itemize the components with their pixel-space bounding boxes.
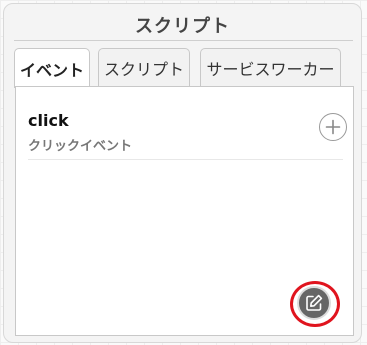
add-event-button[interactable] bbox=[319, 113, 347, 141]
tab-service-worker[interactable]: サービスワーカー bbox=[200, 48, 341, 86]
edit-pencil-icon bbox=[306, 294, 323, 311]
tab-events[interactable]: イベント bbox=[14, 48, 90, 88]
title-divider bbox=[14, 40, 353, 41]
panel-title: スクリプト bbox=[135, 16, 230, 37]
tab-events-label: イベント bbox=[19, 60, 84, 80]
tab-service-worker-label: サービスワーカー bbox=[206, 59, 335, 79]
event-description: クリックイベント bbox=[28, 139, 133, 154]
event-name: click bbox=[28, 111, 69, 130]
tab-scripts[interactable]: スクリプト bbox=[98, 48, 190, 86]
plus-icon bbox=[325, 119, 341, 135]
edit-button[interactable] bbox=[297, 286, 331, 320]
tab-scripts-label: スクリプト bbox=[103, 59, 184, 79]
list-divider bbox=[28, 159, 343, 160]
